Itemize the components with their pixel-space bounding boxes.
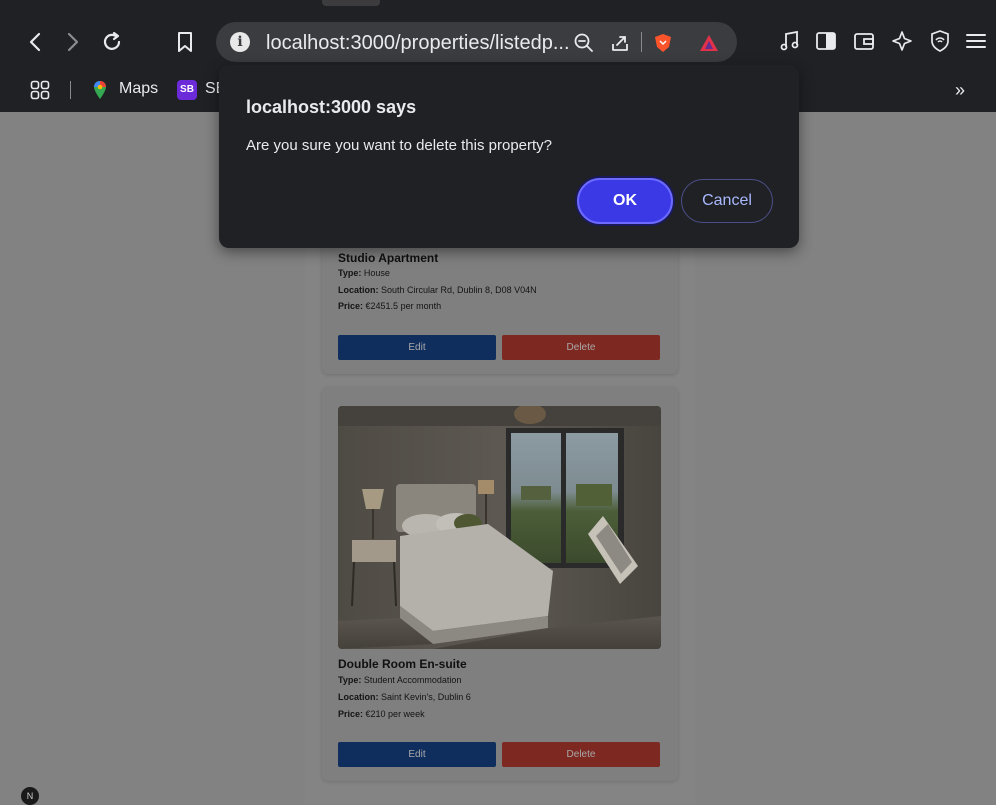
- dev-tools-badge[interactable]: N: [21, 787, 39, 805]
- maps-pin-icon[interactable]: [93, 80, 107, 100]
- urlbar-divider: [641, 32, 642, 52]
- property-location: Location: South Circular Rd, Dublin 8, D…: [338, 285, 537, 295]
- property-title: Double Room En-suite: [338, 657, 467, 671]
- more-bookmarks-button[interactable]: »: [955, 80, 965, 101]
- forward-button[interactable]: [57, 27, 87, 57]
- bookmark-icon: [175, 30, 195, 54]
- address-text[interactable]: localhost:3000/properties/listedp...: [266, 32, 570, 55]
- tab-strip[interactable]: [322, 0, 380, 6]
- reload-button[interactable]: [97, 27, 127, 57]
- edit-button[interactable]: Edit: [338, 742, 496, 767]
- ok-button[interactable]: OK: [577, 178, 673, 224]
- edit-button[interactable]: Edit: [338, 335, 496, 360]
- brave-rewards-icon[interactable]: [698, 32, 720, 54]
- dialog-message: Are you sure you want to delete this pro…: [246, 137, 553, 154]
- cancel-button[interactable]: Cancel: [681, 179, 773, 223]
- brave-shields-icon[interactable]: [652, 32, 674, 54]
- browser-toolbar: i localhost:3000/properties/listedp...: [0, 0, 996, 68]
- confirm-dialog: localhost:3000 says Are you sure you wan…: [219, 65, 799, 248]
- chevron-left-icon: [26, 31, 46, 53]
- property-type: Type: Student Accommodation: [338, 675, 462, 685]
- address-bar[interactable]: i localhost:3000/properties/listedp...: [216, 22, 737, 62]
- delete-button[interactable]: Delete: [502, 742, 660, 767]
- property-photo: [338, 406, 661, 649]
- site-info-icon[interactable]: i: [230, 32, 250, 52]
- sidebar-icon[interactable]: [814, 29, 838, 53]
- vpn-icon[interactable]: [928, 29, 952, 53]
- wallet-icon[interactable]: [852, 29, 876, 53]
- property-price: Price: €210 per week: [338, 709, 425, 719]
- zoom-out-icon[interactable]: [573, 32, 595, 54]
- bookmark-separator: [70, 81, 71, 99]
- property-card: Double Room En-suite Type: Student Accom…: [322, 387, 678, 781]
- reload-icon: [100, 30, 124, 54]
- bookmark-maps[interactable]: Maps: [119, 80, 158, 98]
- property-title: Studio Apartment: [338, 251, 439, 265]
- chevron-right-icon: [62, 31, 82, 53]
- bookmark-sb-icon[interactable]: SB: [177, 80, 197, 100]
- bookmark-sb[interactable]: SE: [205, 80, 219, 98]
- media-icon[interactable]: [778, 29, 802, 53]
- property-price: Price: €2451.5 per month: [338, 301, 442, 311]
- bookmark-button[interactable]: [170, 27, 200, 57]
- leo-ai-icon[interactable]: [890, 29, 914, 53]
- delete-button[interactable]: Delete: [502, 335, 660, 360]
- back-button[interactable]: [21, 27, 51, 57]
- menu-icon[interactable]: [964, 29, 988, 53]
- share-icon[interactable]: [609, 32, 631, 54]
- property-type: Type: House: [338, 268, 390, 278]
- apps-grid-icon[interactable]: [30, 80, 50, 100]
- dialog-title: localhost:3000 says: [246, 97, 417, 117]
- property-location: Location: Saint Kevin's, Dublin 6: [338, 692, 471, 702]
